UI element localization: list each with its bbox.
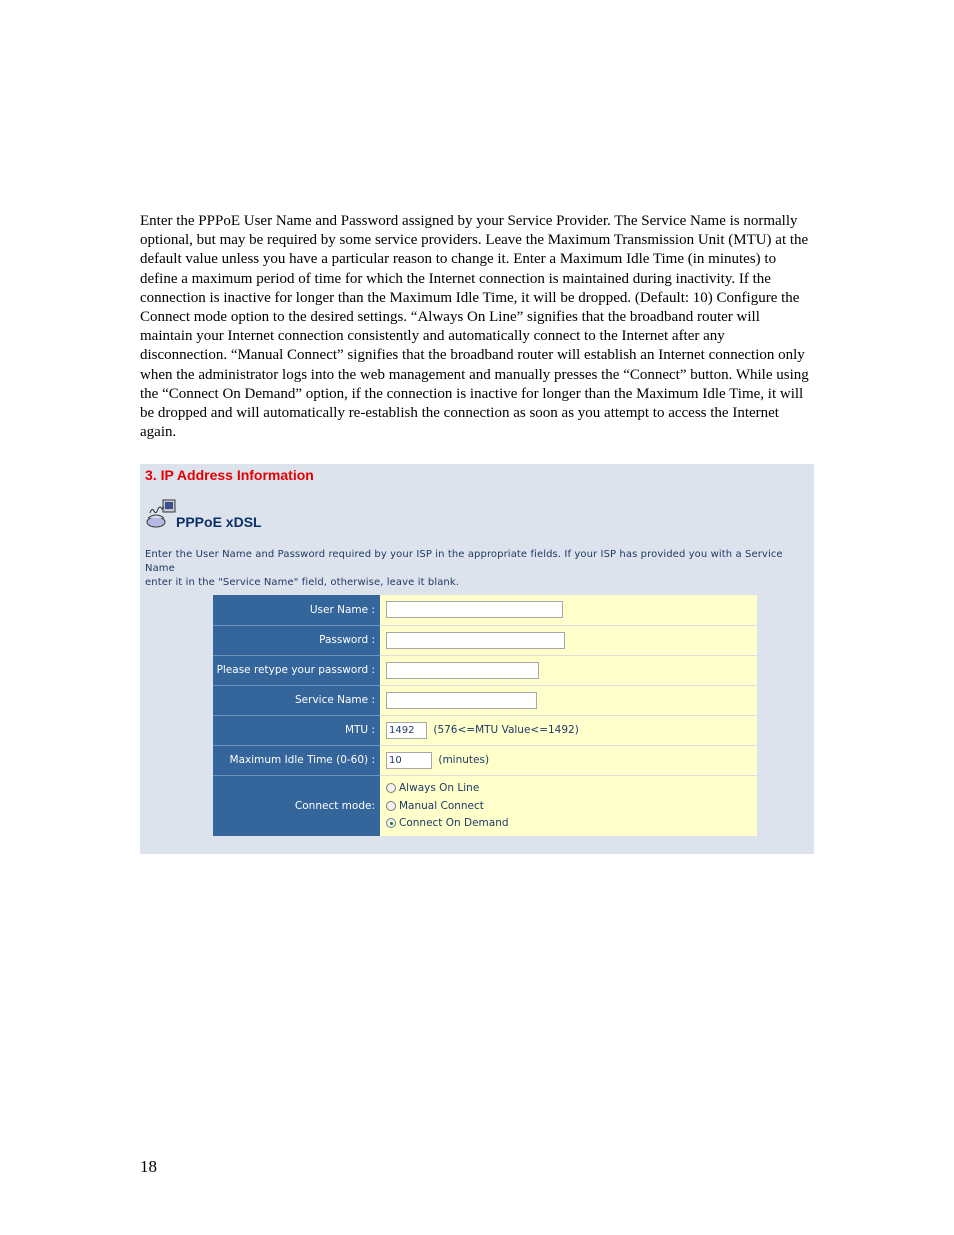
pppoe-modem-phone-icon <box>146 499 176 528</box>
retype-password-input[interactable] <box>386 661 539 679</box>
radio-manual-connect[interactable]: Manual Connect <box>386 797 757 815</box>
mtu-range-hint: (576<=MTU Value<=1492) <box>433 724 579 736</box>
form-row-user-name: User Name : <box>213 595 757 626</box>
mtu-label: MTU : <box>213 715 380 746</box>
pppoe-form: User Name : Password : Please retype you… <box>213 595 757 836</box>
password-label: Password : <box>213 625 380 656</box>
idle-time-input[interactable] <box>386 751 432 769</box>
retype-password-label: Please retype your password : <box>213 655 380 686</box>
service-name-label: Service Name : <box>213 685 380 716</box>
idle-time-unit: (minutes) <box>438 754 490 766</box>
radio-connect-on-demand[interactable]: Connect On Demand <box>386 815 757 833</box>
radio-button[interactable] <box>386 800 396 811</box>
pppoe-title: PPPoE xDSL <box>176 514 262 530</box>
intro-line-2: enter it in the "Service Name" field, ot… <box>145 577 460 588</box>
password-input[interactable] <box>386 631 565 649</box>
form-row-mtu: MTU : (576<=MTU Value<=1492) <box>213 715 757 746</box>
user-name-input[interactable] <box>386 601 563 619</box>
service-name-input[interactable] <box>386 691 537 709</box>
page-number: 18 <box>140 1157 157 1176</box>
radio-label: Manual Connect <box>399 799 484 812</box>
form-row-password: Password : <box>213 625 757 656</box>
form-row-service-name: Service Name : <box>213 685 757 716</box>
user-name-label: User Name : <box>213 595 380 626</box>
form-row-connect-mode: Connect mode: Always On Line Manual Conn… <box>213 775 757 836</box>
form-row-retype-password: Please retype your password : <box>213 655 757 686</box>
instructions-paragraph: Enter the PPPoE User Name and Password a… <box>140 213 809 441</box>
radio-button[interactable] <box>386 783 396 794</box>
section-title: 3. IP Address Information <box>145 467 314 483</box>
connect-mode-label: Connect mode: <box>213 775 380 836</box>
intro-text: Enter the User Name and Password require… <box>145 548 813 590</box>
form-row-idle-time: Maximum Idle Time (0-60) : (minutes) <box>213 745 757 776</box>
radio-label: Connect On Demand <box>399 817 509 830</box>
idle-time-label: Maximum Idle Time (0-60) : <box>213 745 380 776</box>
radio-button-selected[interactable] <box>386 818 396 829</box>
radio-label: Always On Line <box>399 782 480 795</box>
mtu-input[interactable] <box>386 721 427 739</box>
ip-address-panel: 3. IP Address Information PPPoE xDSL Ent… <box>140 464 814 854</box>
radio-always-on-line[interactable]: Always On Line <box>386 780 757 798</box>
intro-line-1: Enter the User Name and Password require… <box>145 549 783 574</box>
